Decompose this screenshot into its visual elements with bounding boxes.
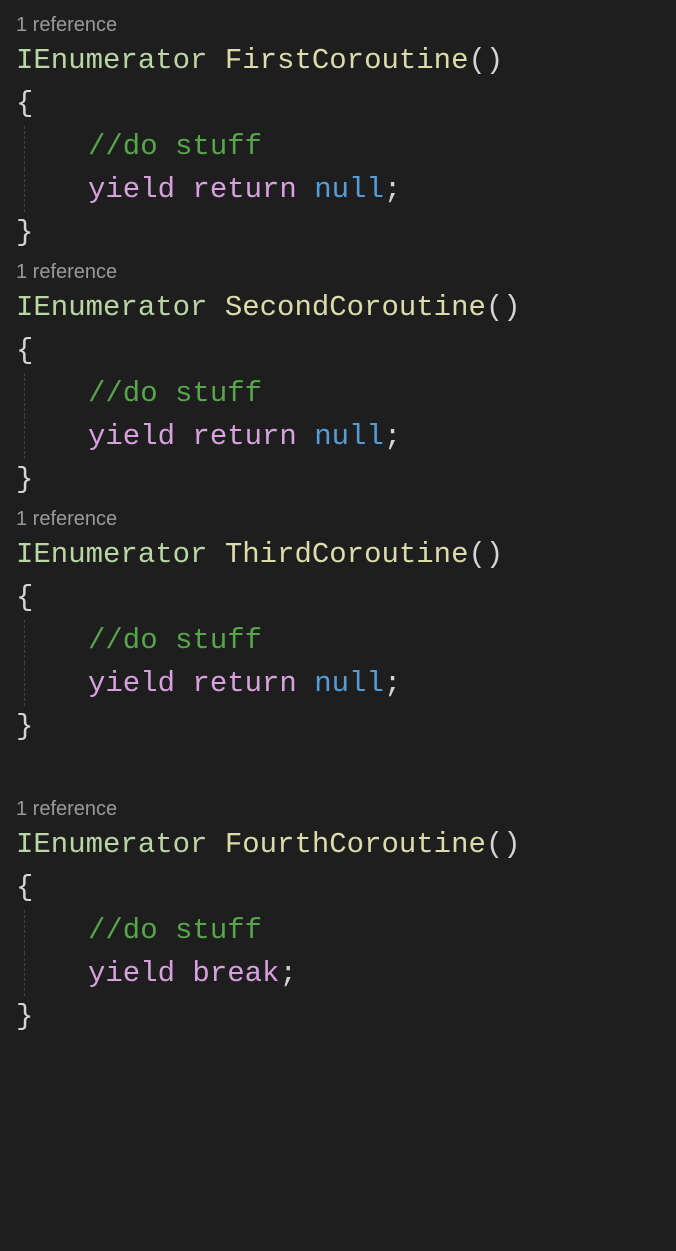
method-signature[interactable]: IEnumerator FourthCoroutine(): [0, 824, 676, 867]
semicolon: ;: [384, 667, 401, 700]
method-name: FourthCoroutine: [225, 828, 486, 861]
method-signature[interactable]: IEnumerator SecondCoroutine(): [0, 287, 676, 330]
yield-keyword: yield: [88, 667, 175, 700]
close-brace[interactable]: }: [0, 212, 676, 255]
close-brace[interactable]: }: [0, 996, 676, 1039]
yield-statement[interactable]: yield return null;: [0, 416, 676, 459]
return-type: IEnumerator: [16, 828, 207, 861]
yield-keyword: yield: [88, 420, 175, 453]
comment-line[interactable]: //do stuff: [0, 620, 676, 663]
comment-token: //do stuff: [88, 914, 262, 947]
codelens-reference-count[interactable]: 1 reference: [0, 794, 676, 824]
yield-keyword: yield: [88, 957, 175, 990]
brace-token: }: [16, 1000, 33, 1033]
semicolon: ;: [384, 173, 401, 206]
null-keyword: null: [314, 667, 384, 700]
semicolon: ;: [384, 420, 401, 453]
method-signature[interactable]: IEnumerator FirstCoroutine(): [0, 40, 676, 83]
brace-token: }: [16, 710, 33, 743]
comment-token: //do stuff: [88, 624, 262, 657]
open-brace[interactable]: {: [0, 330, 676, 373]
blank-line: [0, 749, 676, 792]
brace-token: {: [16, 871, 33, 904]
return-type: IEnumerator: [16, 538, 207, 571]
method-name: FirstCoroutine: [225, 44, 469, 77]
return-keyword: return: [192, 420, 296, 453]
brace-token: {: [16, 87, 33, 120]
yield-statement[interactable]: yield break;: [0, 953, 676, 996]
method-signature[interactable]: IEnumerator ThirdCoroutine(): [0, 534, 676, 577]
yield-statement[interactable]: yield return null;: [0, 663, 676, 706]
yield-keyword: yield: [88, 173, 175, 206]
return-type: IEnumerator: [16, 44, 207, 77]
codelens-reference-count[interactable]: 1 reference: [0, 10, 676, 40]
comment-token: //do stuff: [88, 377, 262, 410]
open-brace[interactable]: {: [0, 577, 676, 620]
comment-line[interactable]: //do stuff: [0, 910, 676, 953]
parentheses: (): [468, 44, 503, 77]
return-keyword: return: [192, 173, 296, 206]
close-brace[interactable]: }: [0, 459, 676, 502]
comment-line[interactable]: //do stuff: [0, 126, 676, 169]
codelens-reference-count[interactable]: 1 reference: [0, 504, 676, 534]
null-keyword: null: [314, 173, 384, 206]
close-brace[interactable]: }: [0, 706, 676, 749]
brace-token: {: [16, 581, 33, 614]
return-keyword: return: [192, 667, 296, 700]
codelens-reference-count[interactable]: 1 reference: [0, 257, 676, 287]
return-keyword: break: [192, 957, 279, 990]
return-type: IEnumerator: [16, 291, 207, 324]
method-name: ThirdCoroutine: [225, 538, 469, 571]
parentheses: (): [468, 538, 503, 571]
parentheses: (): [486, 291, 521, 324]
code-editor[interactable]: 1 referenceIEnumerator FirstCoroutine(){…: [0, 10, 676, 1039]
yield-statement[interactable]: yield return null;: [0, 169, 676, 212]
brace-token: }: [16, 463, 33, 496]
brace-token: }: [16, 216, 33, 249]
semicolon: ;: [279, 957, 296, 990]
method-name: SecondCoroutine: [225, 291, 486, 324]
open-brace[interactable]: {: [0, 867, 676, 910]
open-brace[interactable]: {: [0, 83, 676, 126]
parentheses: (): [486, 828, 521, 861]
brace-token: {: [16, 334, 33, 367]
null-keyword: null: [314, 420, 384, 453]
comment-token: //do stuff: [88, 130, 262, 163]
comment-line[interactable]: //do stuff: [0, 373, 676, 416]
